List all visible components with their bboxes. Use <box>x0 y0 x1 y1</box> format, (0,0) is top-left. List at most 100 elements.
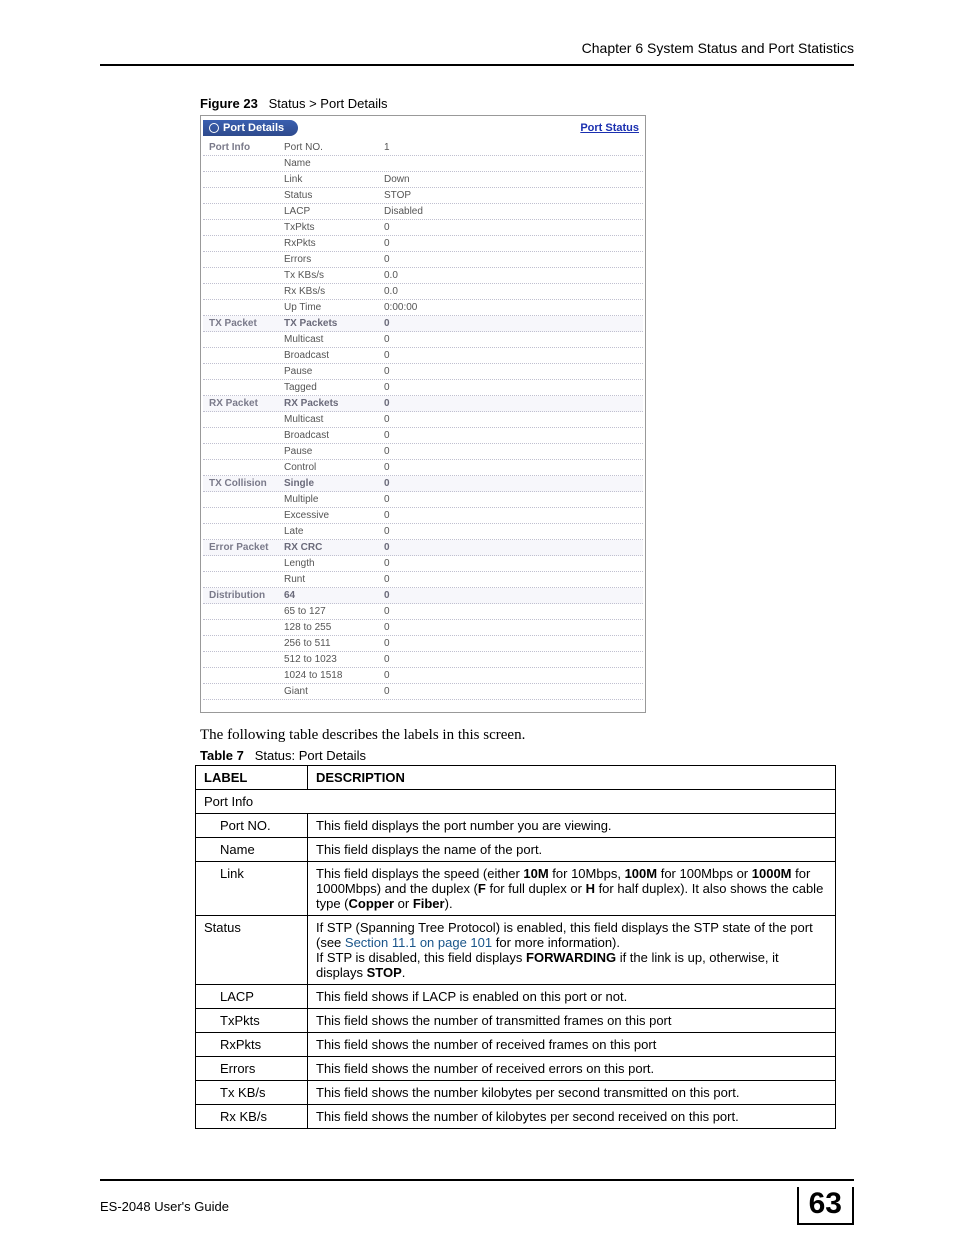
cell-description: This field displays the name of the port… <box>308 838 836 862</box>
cell-label: Name <box>196 838 308 862</box>
detail-row: Port InfoPort NO.1 <box>203 140 643 156</box>
row-key: RX Packets <box>284 397 384 410</box>
row-value: 0 <box>384 541 643 554</box>
row-key: TxPkts <box>284 221 384 234</box>
detail-row: Errors0 <box>203 252 643 268</box>
cell-description: This field shows the number of transmitt… <box>308 1009 836 1033</box>
row-value: 0 <box>384 237 643 250</box>
detail-row: 256 to 5110 <box>203 636 643 652</box>
row-value: 0 <box>384 317 643 330</box>
row-value: Down <box>384 173 643 186</box>
detail-row: TxPkts0 <box>203 220 643 236</box>
row-key: LACP <box>284 205 384 218</box>
page-footer: ES-2048 User's Guide 63 <box>100 1179 854 1225</box>
row-group <box>203 637 284 650</box>
row-group <box>203 445 284 458</box>
table-label: Table 7 <box>200 748 244 763</box>
figure-caption: Figure 23 Status > Port Details <box>100 96 854 111</box>
detail-row: LinkDown <box>203 172 643 188</box>
row-group <box>203 669 284 682</box>
row-group <box>203 157 284 170</box>
detail-row: Pause0 <box>203 364 643 380</box>
detail-row: 1024 to 15180 <box>203 668 643 684</box>
table-row: NameThis field displays the name of the … <box>196 838 836 862</box>
row-value <box>384 157 643 170</box>
detail-row: RxPkts0 <box>203 236 643 252</box>
port-status-link[interactable]: Port Status <box>580 122 643 134</box>
row-value: 0 <box>384 557 643 570</box>
port-details-tab[interactable]: Port Details <box>203 120 298 136</box>
row-value: 0 <box>384 365 643 378</box>
row-value: 0 <box>384 381 643 394</box>
detail-row: Excessive0 <box>203 508 643 524</box>
table-caption: Table 7 Status: Port Details <box>200 748 854 763</box>
table-row: Rx KB/sThis field shows the number of ki… <box>196 1105 836 1129</box>
row-key: Rx KBs/s <box>284 285 384 298</box>
row-group <box>203 557 284 570</box>
row-group <box>203 349 284 362</box>
detail-row: 512 to 10230 <box>203 652 643 668</box>
row-group: TX Collision <box>203 477 284 490</box>
row-key: 128 to 255 <box>284 621 384 634</box>
table-row: Port NO.This field displays the port num… <box>196 814 836 838</box>
row-group <box>203 237 284 250</box>
detail-row: StatusSTOP <box>203 188 643 204</box>
cell-label: Errors <box>196 1057 308 1081</box>
row-key: Status <box>284 189 384 202</box>
row-value: 0 <box>384 221 643 234</box>
detail-row: Giant0 <box>203 684 643 700</box>
cell-label: Rx KB/s <box>196 1105 308 1129</box>
row-value: STOP <box>384 189 643 202</box>
row-value: 0 <box>384 669 643 682</box>
row-key: RX CRC <box>284 541 384 554</box>
cell-description: This field displays the port number you … <box>308 814 836 838</box>
detail-row: 128 to 2550 <box>203 620 643 636</box>
detail-row: Multicast0 <box>203 332 643 348</box>
row-key: Tx KBs/s <box>284 269 384 282</box>
row-group <box>203 269 284 282</box>
row-key: 1024 to 1518 <box>284 669 384 682</box>
row-key: TX Packets <box>284 317 384 330</box>
table-row: Port Info <box>196 790 836 814</box>
row-group <box>203 301 284 314</box>
row-value: 0 <box>384 589 643 602</box>
row-group: Distribution <box>203 589 284 602</box>
row-key: 65 to 127 <box>284 605 384 618</box>
row-group <box>203 173 284 186</box>
row-key: Late <box>284 525 384 538</box>
row-group <box>203 413 284 426</box>
row-key: 512 to 1023 <box>284 653 384 666</box>
row-key: Multicast <box>284 333 384 346</box>
cell-description: This field shows the number of received … <box>308 1033 836 1057</box>
detail-row: TX CollisionSingle0 <box>203 476 643 492</box>
detail-row: Rx KBs/s0.0 <box>203 284 643 300</box>
row-value: 1 <box>384 141 643 154</box>
row-key: Up Time <box>284 301 384 314</box>
chapter-title: Chapter 6 System Status and Port Statist… <box>100 40 854 64</box>
cell-description: This field displays the speed (either 10… <box>308 862 836 916</box>
cell-description: This field shows the number kilobytes pe… <box>308 1081 836 1105</box>
table-title: Status: Port Details <box>255 748 366 763</box>
detail-row: Runt0 <box>203 572 643 588</box>
row-key: Broadcast <box>284 429 384 442</box>
table-row: Tx KB/sThis field shows the number kilob… <box>196 1081 836 1105</box>
row-key: Tagged <box>284 381 384 394</box>
detail-row: Tagged0 <box>203 380 643 396</box>
th-label: LABEL <box>196 766 308 790</box>
row-value: 0 <box>384 461 643 474</box>
row-value: 0 <box>384 397 643 410</box>
row-group: TX Packet <box>203 317 284 330</box>
row-key: Name <box>284 157 384 170</box>
row-key: Giant <box>284 685 384 698</box>
row-group <box>203 285 284 298</box>
row-value: Disabled <box>384 205 643 218</box>
row-group <box>203 573 284 586</box>
row-value: 0 <box>384 253 643 266</box>
detail-row: Broadcast0 <box>203 348 643 364</box>
row-key: Pause <box>284 365 384 378</box>
row-key: 256 to 511 <box>284 637 384 650</box>
detail-row: Error PacketRX CRC0 <box>203 540 643 556</box>
cell-label: RxPkts <box>196 1033 308 1057</box>
row-value: 0 <box>384 445 643 458</box>
figure-label: Figure 23 <box>200 96 258 111</box>
